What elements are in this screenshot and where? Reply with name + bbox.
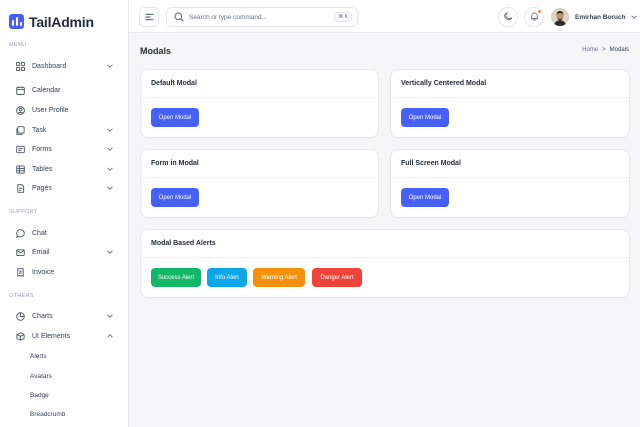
- pie-chart-icon: [15, 311, 26, 322]
- sidebar-item-ui-elements[interactable]: UI Elements: [9, 327, 119, 345]
- modal-alerts-card: Modal Based Alerts Success Alert Info Al…: [140, 229, 630, 298]
- mail-icon: [15, 247, 26, 258]
- sidebar-item-label: Tables: [32, 165, 53, 173]
- pages-icon: [15, 183, 26, 194]
- sidebar-item-label: User Profile: [32, 106, 69, 114]
- task-icon: [15, 125, 26, 136]
- sidebar-subitem-badge[interactable]: Badge: [30, 392, 49, 399]
- sidebar-item-calendar[interactable]: Calendar: [9, 81, 119, 99]
- chevron-down-icon: [105, 312, 114, 321]
- brand-name: TailAdmin: [29, 13, 94, 30]
- search-input[interactable]: Search or type command...: [189, 14, 334, 21]
- card-title: Vertically Centered Modal: [391, 70, 629, 98]
- sidebar-item-pages[interactable]: Pages: [9, 179, 119, 197]
- open-full-screen-modal-button[interactable]: Open Modal: [401, 188, 449, 207]
- breadcrumb-home[interactable]: Home: [582, 47, 598, 53]
- top-header: Search or type command... ⌘ K Emirhan Bo…: [129, 0, 640, 33]
- grid-icon: [15, 61, 26, 72]
- sidebar-item-invoice[interactable]: Invoice: [9, 263, 119, 281]
- open-default-modal-button[interactable]: Open Modal: [151, 108, 199, 127]
- box-icon: [15, 331, 26, 342]
- sidebar-subitem-breadcrumb[interactable]: Breadcrumb: [30, 411, 65, 418]
- section-label-others: OTHERS: [9, 293, 34, 299]
- sidebar-item-tables[interactable]: Tables: [9, 160, 119, 178]
- sidebar-subitem-alerts[interactable]: Alerts: [30, 353, 47, 360]
- notifications-button[interactable]: [524, 7, 544, 27]
- chevron-down-icon: [105, 165, 114, 174]
- success-alert-button[interactable]: Success Alert: [151, 268, 201, 287]
- sidebar-item-label: Charts: [32, 312, 53, 320]
- dark-mode-toggle[interactable]: [498, 7, 518, 27]
- brand[interactable]: TailAdmin: [9, 13, 94, 30]
- card-title: Modal Based Alerts: [141, 230, 629, 258]
- sidebar-item-forms[interactable]: Forms: [9, 140, 119, 158]
- breadcrumb-separator: >: [602, 47, 606, 53]
- sidebar-item-chat[interactable]: Chat: [9, 224, 119, 242]
- form-in-modal-card: Form in Modal Open Modal: [140, 149, 379, 218]
- avatar: [551, 8, 569, 26]
- search-icon: [174, 12, 184, 22]
- chevron-down-icon: [105, 184, 114, 193]
- sidebar-item-task[interactable]: Task: [9, 121, 119, 139]
- section-label-menu: MENU: [9, 42, 27, 48]
- chevron-down-icon: [105, 145, 114, 154]
- sidebar-item-label: Forms: [32, 145, 52, 153]
- sidebar-subitem-avatars[interactable]: Avatars: [30, 373, 52, 380]
- breadcrumb-current: Modals: [609, 47, 629, 53]
- chevron-up-icon: [105, 332, 114, 341]
- info-alert-button[interactable]: Info Alert: [207, 268, 247, 287]
- sidebar-item-dashboard[interactable]: Dashboard: [9, 57, 119, 75]
- sidebar-item-label: UI Elements: [32, 332, 71, 340]
- open-centered-modal-button[interactable]: Open Modal: [401, 108, 449, 127]
- sidebar-item-label: Email: [32, 248, 50, 256]
- user-menu[interactable]: Emirhan Boruch: [551, 7, 638, 27]
- sidebar-item-user-profile[interactable]: User Profile: [9, 101, 119, 119]
- chevron-down-icon: [105, 62, 114, 71]
- logo-icon: [9, 14, 24, 29]
- card-title: Full Screen Modal: [391, 150, 629, 178]
- card-title: Form in Modal: [141, 150, 378, 178]
- form-icon: [15, 144, 26, 155]
- danger-alert-button[interactable]: Danger Alert: [312, 268, 362, 287]
- search-box[interactable]: Search or type command... ⌘ K: [166, 7, 358, 27]
- moon-icon: [503, 8, 513, 26]
- card-title: Default Modal: [141, 70, 378, 98]
- chevron-down-icon: [105, 126, 114, 135]
- sidebar: TailAdmin MENU Dashboard Calendar User P…: [0, 0, 129, 427]
- chevron-down-icon: [630, 13, 638, 21]
- invoice-icon: [15, 267, 26, 278]
- menu-icon: [144, 8, 154, 26]
- chat-icon: [15, 228, 26, 239]
- user-circle-icon: [15, 105, 26, 116]
- warning-alert-button[interactable]: Warning Alert: [253, 268, 305, 287]
- default-modal-card: Default Modal Open Modal: [140, 69, 379, 138]
- notification-dot: [537, 9, 542, 14]
- section-label-support: SUPPORT: [9, 209, 38, 215]
- sidebar-item-charts[interactable]: Charts: [9, 307, 119, 325]
- sidebar-item-label: Pages: [32, 184, 52, 192]
- page-title: Modals: [140, 46, 172, 56]
- sidebar-item-label: Calendar: [32, 86, 61, 94]
- vertically-centered-modal-card: Vertically Centered Modal Open Modal: [390, 69, 630, 138]
- calendar-icon: [15, 85, 26, 96]
- sidebar-item-label: Invoice: [32, 268, 55, 276]
- chevron-down-icon: [105, 248, 114, 257]
- sidebar-item-label: Chat: [32, 229, 47, 237]
- full-screen-modal-card: Full Screen Modal Open Modal: [390, 149, 630, 218]
- breadcrumb: Home > Modals: [582, 47, 629, 53]
- user-name: Emirhan Boruch: [575, 13, 626, 21]
- sidebar-item-label: Task: [32, 126, 47, 134]
- search-shortcut-badge: ⌘ K: [334, 12, 352, 22]
- sidebar-item-email[interactable]: Email: [9, 243, 119, 261]
- open-form-modal-button[interactable]: Open Modal: [151, 188, 199, 207]
- table-icon: [15, 164, 26, 175]
- sidebar-toggle-button[interactable]: [139, 7, 159, 27]
- sidebar-item-label: Dashboard: [32, 62, 67, 70]
